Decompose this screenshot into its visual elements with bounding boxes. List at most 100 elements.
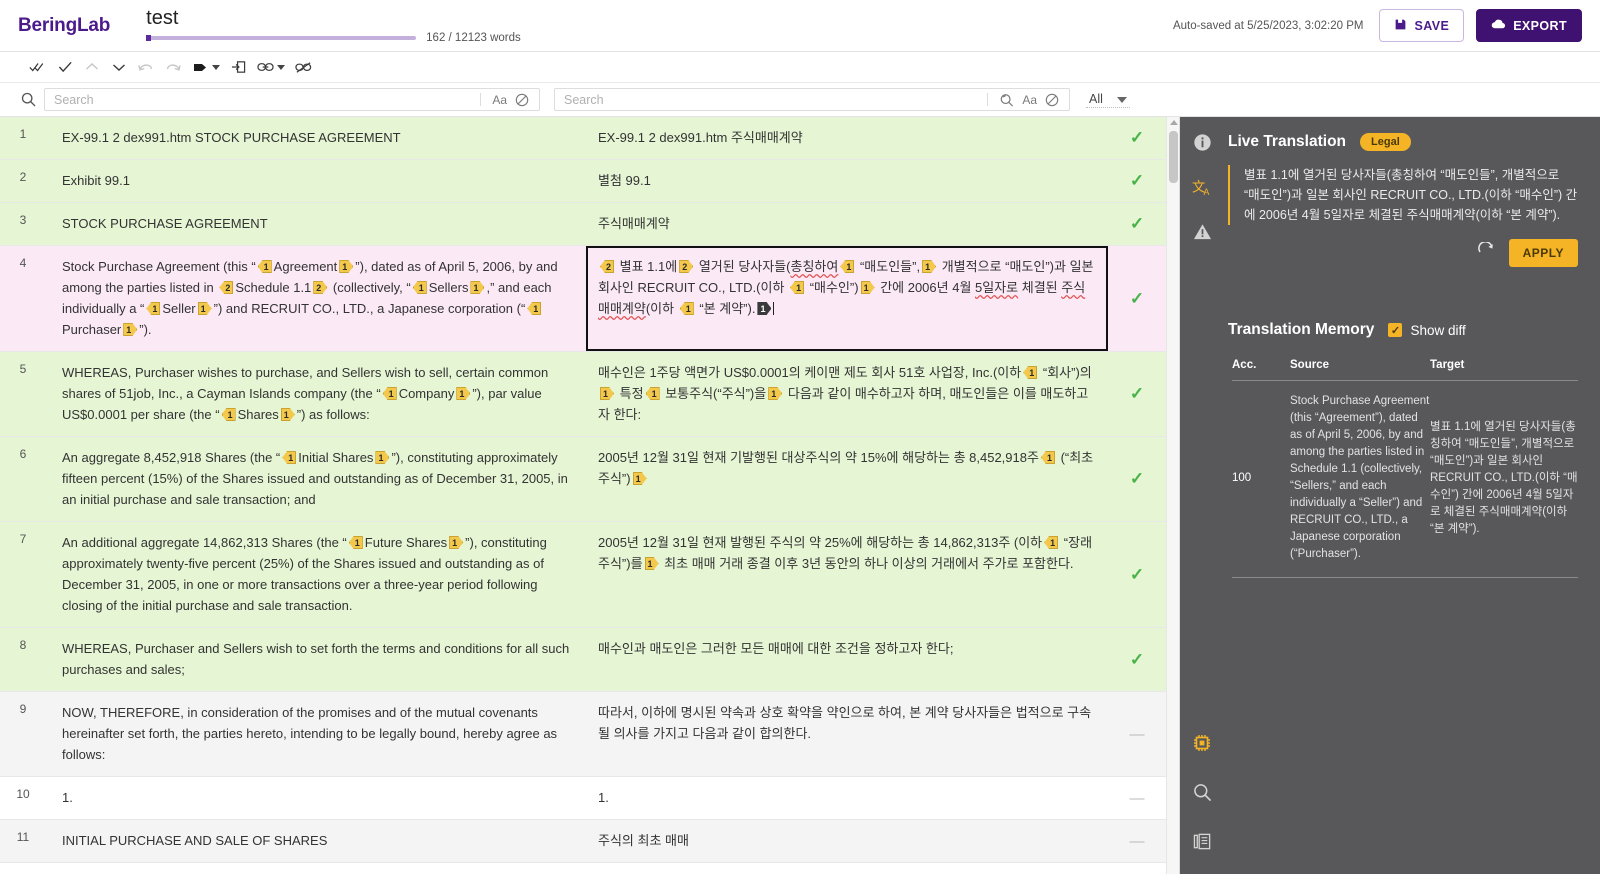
target-match-case-icon[interactable]: Aa <box>1018 93 1041 107</box>
inline-tag-close[interactable]: 1 <box>922 260 937 273</box>
confirm-all-icon[interactable] <box>26 55 50 79</box>
inline-tag-open[interactable]: 1 <box>382 387 397 400</box>
inline-tag-close[interactable]: 1 <box>757 302 772 315</box>
inline-tag-close[interactable]: 1 <box>768 387 783 400</box>
inline-tag-close[interactable]: 2 <box>313 281 328 294</box>
inline-tag-open[interactable]: 1 <box>645 387 660 400</box>
app-logo[interactable]: BeringLab <box>18 15 110 37</box>
source-clear-icon[interactable] <box>511 93 533 107</box>
inline-tag-open[interactable]: 1 <box>790 281 805 294</box>
segment-row[interactable]: 1 EX-99.1 2 dex991.htm STOCK PURCHASE AGR… <box>0 117 1166 160</box>
inline-tag-open[interactable]: 1 <box>257 260 272 273</box>
previous-segment-icon[interactable] <box>80 55 104 79</box>
inline-tag-open[interactable]: 2 <box>219 281 234 294</box>
segment-target-cell[interactable]: EX-99.1 2 dex991.htm 주식매매계약 <box>586 117 1108 159</box>
segment-target-cell[interactable]: 따라서, 이하에 명시된 약속과 상호 확약을 약인으로 하여, 본 계약 당사… <box>586 692 1108 776</box>
replace-search-icon[interactable] <box>995 93 1018 107</box>
inline-tag-close[interactable]: 1 <box>470 281 485 294</box>
translate-icon[interactable]: 文A <box>1189 174 1215 200</box>
segment-target-cell[interactable]: 주식매매계약 <box>586 203 1108 245</box>
document-title[interactable]: test <box>146 7 566 29</box>
inline-tag-close[interactable]: 1 <box>339 260 354 273</box>
segment-source-cell[interactable]: STOCK PURCHASE AGREEMENT <box>46 203 586 245</box>
segment-row[interactable]: 121.1 1Initial Purchase of Shares1.1.11 … <box>0 863 1166 874</box>
source-search-field[interactable]: Aa <box>44 88 540 111</box>
warning-icon[interactable] <box>1189 219 1215 245</box>
target-search-field[interactable]: Aa <box>554 88 1070 111</box>
segment-confirmed-check-icon[interactable]: ✓ <box>1108 203 1166 245</box>
segment-target-cell[interactable]: 2005년 12월 31일 현재 기발행된 대상주식의 약 15%에 해당하는 … <box>586 437 1108 521</box>
segment-confirmed-check-icon[interactable]: ✓ <box>1108 160 1166 202</box>
segment-source-cell[interactable]: 1. <box>46 777 586 819</box>
inline-tag-open[interactable]: 1 <box>840 260 855 273</box>
segment-confirmed-check-icon[interactable]: ✓ <box>1108 352 1166 436</box>
inline-tag-close[interactable]: 1 <box>280 408 295 421</box>
inline-tag-close[interactable]: 1 <box>632 472 647 485</box>
show-diff-toggle[interactable]: ✓ Show diff <box>1388 323 1466 338</box>
inline-tag-close[interactable]: 1 <box>644 557 659 570</box>
segment-row[interactable]: 7 An additional aggregate 14,862,313 Shar… <box>0 522 1166 628</box>
segment-target-cell[interactable]: 매수인은 1주당 액면가 US$0.0001의 케이맨 제도 회사 51호 사업… <box>586 352 1108 436</box>
inline-tag-close[interactable]: 1 <box>600 387 615 400</box>
termbase-icon[interactable] <box>1189 730 1215 756</box>
inline-tag-open[interactable]: 1 <box>1023 366 1038 379</box>
inline-tag-open[interactable]: 1 <box>146 302 161 315</box>
undo-icon[interactable] <box>134 55 158 79</box>
segment-source-cell[interactable]: An aggregate 8,452,918 Shares (the “1 Ini… <box>46 437 586 521</box>
inline-tag-open[interactable]: 1 <box>679 302 694 315</box>
highlight-color-chevron-down-icon[interactable] <box>212 64 220 70</box>
segment-source-cell[interactable]: WHEREAS, Purchaser wishes to purchase, a… <box>46 352 586 436</box>
segment-target-cell[interactable]: 2005년 12월 31일 현재 발행된 주식의 약 25%에 해당하는 총 1… <box>586 522 1108 627</box>
segment-row[interactable]: 2 Exhibit 99.1 별첨 99.1 ✓ <box>0 160 1166 203</box>
segment-row[interactable]: 6 An aggregate 8,452,918 Shares (the “1 In… <box>0 437 1166 522</box>
segment-confirmed-check-icon[interactable]: ✓ <box>1108 628 1166 691</box>
segment-row[interactable]: 9 NOW, THEREFORE, in consideration of the… <box>0 692 1166 777</box>
segment-source-cell[interactable]: INITIAL PURCHASE AND SALE OF SHARES <box>46 820 586 862</box>
inline-tag-open[interactable]: 1 <box>412 281 427 294</box>
refresh-icon[interactable] <box>1477 240 1495 265</box>
inline-tag-close[interactable]: 1 <box>456 387 471 400</box>
segment-target-cell[interactable]: 주식의 최초 매매 <box>586 820 1108 862</box>
grid-vertical-scrollbar[interactable] <box>1166 117 1179 874</box>
inline-tag-open[interactable]: 1 <box>348 536 363 549</box>
segment-target-cell[interactable]: 2 별표 1.1에 2 열거된 당사자들(총칭하여 1 “매도인들”, 1 개별적으로… <box>586 246 1108 351</box>
segment-row[interactable]: 5 WHEREAS, Purchaser wishes to purchase, … <box>0 352 1166 437</box>
source-search-input[interactable] <box>54 92 474 107</box>
inline-tag-close[interactable]: 1 <box>860 281 875 294</box>
show-diff-checkbox[interactable]: ✓ <box>1388 323 1403 337</box>
target-search-input[interactable] <box>564 92 981 107</box>
redo-icon[interactable] <box>161 55 185 79</box>
link-chevron-down-icon[interactable] <box>277 64 285 70</box>
segment-source-cell[interactable]: Exhibit 99.1 <box>46 160 586 202</box>
translation-memory-row[interactable]: 100 Stock Purchase Agreement (this “Agree… <box>1232 381 1578 578</box>
segment-row[interactable]: 11 INITIAL PURCHASE AND SALE OF SHARES 주식의… <box>0 820 1166 863</box>
segment-confirmed-check-icon[interactable]: ✓ <box>1108 117 1166 159</box>
segment-source-cell[interactable]: 1.1 1Initial Purchase of Shares1. <box>46 863 586 874</box>
segment-source-cell[interactable]: Stock Purchase Agreement (this “1 Agreeme… <box>46 246 586 351</box>
segment-row[interactable]: 4 Stock Purchase Agreement (this “1 Agreem… <box>0 246 1166 352</box>
segment-target-cell[interactable]: 매수인과 매도인은 그러한 모든 매매에 대한 조건을 정하고자 한다; <box>586 628 1108 691</box>
confirm-icon[interactable] <box>53 55 77 79</box>
documents-icon[interactable] <box>1189 828 1215 854</box>
inline-tag-open[interactable]: 1 <box>527 302 542 315</box>
inline-tag-close[interactable]: 1 <box>123 323 138 336</box>
export-button[interactable]: EXPORT <box>1476 9 1582 42</box>
inline-tag-open[interactable]: 1 <box>221 408 236 421</box>
scrollbar-thumb[interactable] <box>1169 131 1178 183</box>
segment-row[interactable]: 3 STOCK PURCHASE AGREEMENT 주식매매계약 ✓ <box>0 203 1166 246</box>
segment-target-cell[interactable]: 별첨 99.1 <box>586 160 1108 202</box>
segment-filter-select[interactable]: All <box>1086 92 1130 108</box>
inline-tag-open[interactable]: 2 <box>600 260 615 273</box>
segment-unconfirmed-dash-icon[interactable]: — <box>1108 777 1166 819</box>
segment-row[interactable]: 10 1. 1. — <box>0 777 1166 820</box>
save-button[interactable]: SAVE <box>1379 9 1465 42</box>
next-segment-icon[interactable] <box>107 55 131 79</box>
inline-tag-close[interactable]: 1 <box>375 451 390 464</box>
insert-tag-icon[interactable] <box>226 55 250 79</box>
inline-tag-close[interactable]: 2 <box>679 260 694 273</box>
search-icon[interactable] <box>1189 779 1215 805</box>
hide-tags-icon[interactable] <box>291 55 315 79</box>
inline-tag-close[interactable]: 1 <box>449 536 464 549</box>
inline-tag-close[interactable]: 1 <box>197 302 212 315</box>
scroll-up-arrow-icon[interactable] <box>1170 120 1178 125</box>
